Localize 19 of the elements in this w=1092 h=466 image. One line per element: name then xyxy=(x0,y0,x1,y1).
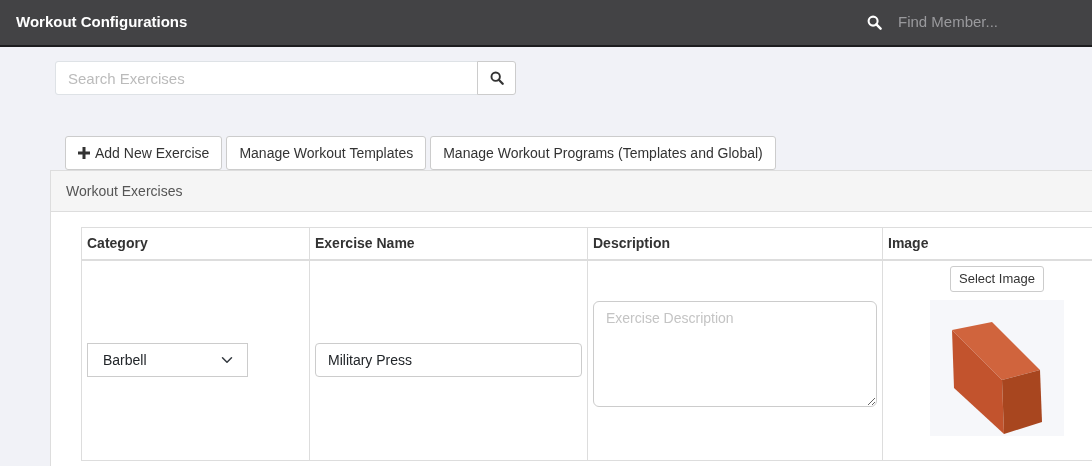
action-button[interactable]: Manage Workout Templates xyxy=(226,136,427,170)
plus-icon xyxy=(78,147,90,159)
search-icon[interactable] xyxy=(867,15,882,30)
exercise-search-field[interactable]: Search Exercises xyxy=(55,61,478,95)
column-header: Image xyxy=(882,227,1092,260)
member-search-field[interactable]: Find Member... xyxy=(896,10,1076,35)
panel-title: Workout Exercises xyxy=(66,181,183,201)
category-select[interactable]: Barbell xyxy=(87,343,248,378)
search-icon xyxy=(489,71,504,85)
column-header: Description xyxy=(587,227,883,260)
column-header: Exercise Name xyxy=(309,227,588,260)
description-field[interactable]: Exercise Description xyxy=(593,301,877,408)
search-button[interactable] xyxy=(477,61,516,95)
app-title: Workout Configurations xyxy=(16,12,188,33)
exercise-name-field[interactable]: Military Press xyxy=(315,343,582,378)
action-button[interactable]: Add New Exercise xyxy=(65,136,223,170)
column-header: Category xyxy=(81,227,310,260)
select-image-button[interactable]: Select Image xyxy=(950,266,1044,292)
action-button[interactable]: Manage Workout Programs (Templates and Global) xyxy=(430,136,776,170)
